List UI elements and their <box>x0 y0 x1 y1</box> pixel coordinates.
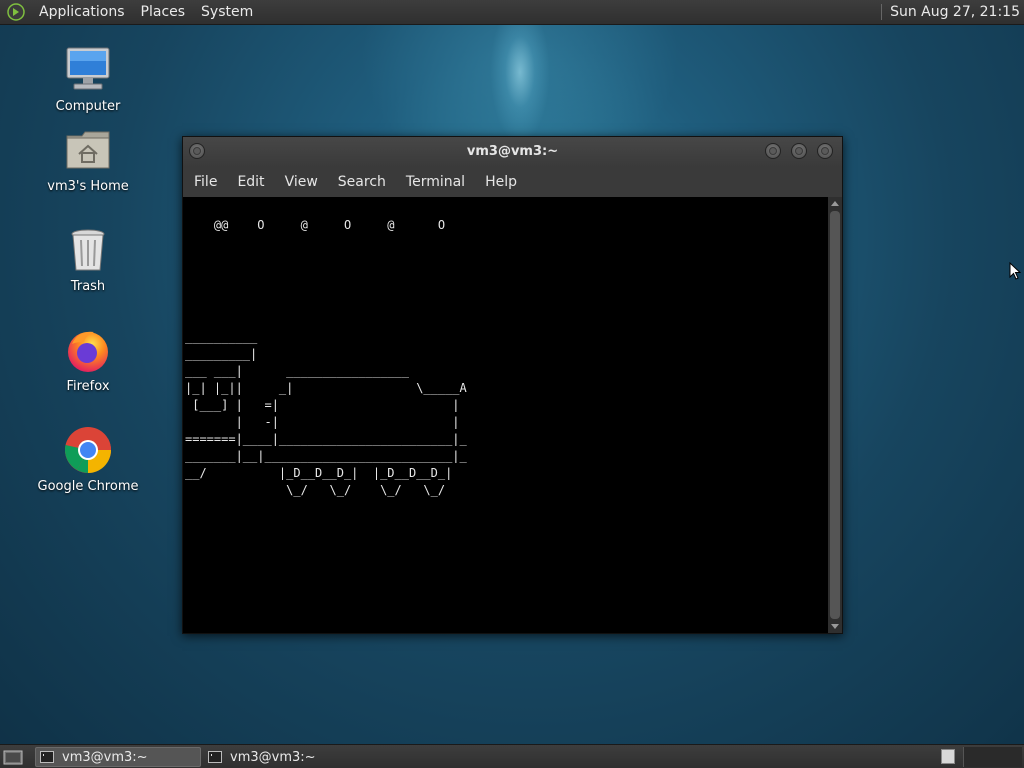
desktop-icon-label: Google Chrome <box>37 479 139 494</box>
computer-icon <box>64 46 112 94</box>
menu-help[interactable]: Help <box>475 167 527 197</box>
taskbar-item-label: vm3@vm3:~ <box>62 749 148 765</box>
desktop-icon-trash[interactable]: Trash <box>28 226 148 294</box>
desktop-icon-label: vm3's Home <box>47 179 129 194</box>
menu-terminal[interactable]: Terminal <box>396 167 475 197</box>
scroll-down-icon[interactable] <box>831 624 839 629</box>
train-line: ___ ___| _________________ <box>185 364 409 378</box>
home-folder-icon <box>64 126 112 174</box>
bottom-panel: vm3@vm3:~ vm3@vm3:~ <box>0 744 1024 768</box>
window-titlebar[interactable]: vm3@vm3:~ <box>183 137 842 167</box>
taskbar-item-terminal-2[interactable]: vm3@vm3:~ <box>204 747 370 767</box>
desktop-icon-home[interactable]: vm3's Home <box>28 126 148 194</box>
trash-icon <box>64 226 112 274</box>
smoke-line: @@ O @ O @ O <box>185 218 446 232</box>
applications-menu[interactable]: Applications <box>31 0 133 24</box>
terminal-icon <box>40 751 54 763</box>
minimize-button[interactable] <box>765 143 781 159</box>
desktop-icon-label: Firefox <box>66 379 110 394</box>
window-title: vm3@vm3:~ <box>466 144 559 159</box>
train-line: _________| <box>185 347 258 361</box>
train-line: [___] | =| | <box>185 398 460 412</box>
train-line: __________ <box>185 330 258 344</box>
mouse-cursor-icon <box>1009 261 1022 284</box>
workspace-switcher-1[interactable] <box>941 749 955 764</box>
terminal-menubar: File Edit View Search Terminal Help <box>183 167 842 197</box>
desktop-icon-firefox[interactable]: Firefox <box>28 326 148 394</box>
desktop-icon-computer[interactable]: Computer <box>28 46 148 114</box>
desktop-icon-label: Trash <box>70 279 106 294</box>
taskbar-item-label: vm3@vm3:~ <box>230 749 316 765</box>
menu-view[interactable]: View <box>275 167 328 197</box>
places-menu[interactable]: Places <box>133 0 194 24</box>
terminal-output[interactable]: @@ O @ O @ O __________ _________| ___ _… <box>183 197 828 633</box>
clock-area: Sun Aug 27, 21:15 <box>881 0 1024 24</box>
minimize-icon <box>769 147 777 155</box>
terminal-scrollbar[interactable] <box>828 197 842 633</box>
top-panel: Applications Places System Sun Aug 27, 2… <box>0 0 1024 25</box>
wallpaper-beam <box>490 24 550 144</box>
menu-search[interactable]: Search <box>328 167 396 197</box>
show-desktop-icon[interactable] <box>3 748 23 766</box>
train-line: |_| |_|| _| \_____A <box>185 381 467 395</box>
close-button[interactable] <box>817 143 833 159</box>
maximize-button[interactable] <box>791 143 807 159</box>
train-line: _______|__|__________________________|_ <box>185 449 467 463</box>
terminal-icon <box>208 751 222 763</box>
clock[interactable]: Sun Aug 27, 21:15 <box>890 4 1024 20</box>
menu-edit[interactable]: Edit <box>227 167 274 197</box>
maximize-icon <box>795 147 803 155</box>
panel-separator <box>881 4 883 20</box>
system-menu[interactable]: System <box>193 0 261 24</box>
firefox-icon <box>64 326 112 374</box>
desktop-icon-chrome[interactable]: Google Chrome <box>28 426 148 494</box>
taskbar-item-terminal-1[interactable]: vm3@vm3:~ <box>35 747 201 767</box>
mate-logo-icon[interactable] <box>7 3 25 21</box>
train-line: \_/ \_/ \_/ \_/ <box>185 483 446 497</box>
train-line: | -| | <box>185 415 460 429</box>
desktop-icon-label: Computer <box>55 99 121 114</box>
menu-file[interactable]: File <box>183 167 227 197</box>
scrollbar-thumb[interactable] <box>830 211 840 619</box>
train-line: __/ |_D__D__D_| |_D__D__D_| <box>185 466 453 480</box>
close-icon <box>821 147 829 155</box>
train-line: =======|____|________________________|_ <box>185 432 467 446</box>
chrome-icon <box>64 426 112 474</box>
scroll-up-icon[interactable] <box>831 201 839 206</box>
workspace-switcher-2[interactable] <box>963 747 1022 767</box>
terminal-window[interactable]: vm3@vm3:~ File Edit View Search Terminal… <box>182 136 843 634</box>
